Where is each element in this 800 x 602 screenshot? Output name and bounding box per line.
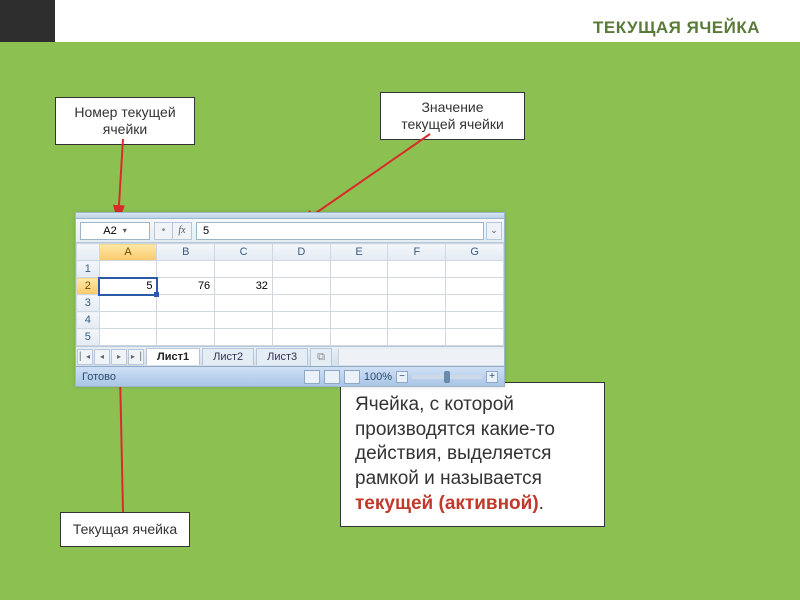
col-header-F[interactable]: F [388, 244, 446, 261]
cell-A3[interactable] [99, 295, 157, 312]
select-all-corner[interactable] [77, 244, 100, 261]
zoom-in-button[interactable]: + [486, 371, 498, 383]
horizontal-scrollbar[interactable] [338, 349, 504, 365]
name-box[interactable]: A2 ▾ [80, 222, 150, 240]
formula-bar: A2 ▾ • fx 5 ⌄ [76, 219, 504, 243]
cell-F5[interactable] [388, 329, 446, 346]
info-text-pre: Ячейка, с которой производятся какие-то … [355, 394, 555, 489]
cell-G1[interactable] [446, 261, 504, 278]
cell-D4[interactable] [272, 312, 330, 329]
fx-label: fx [178, 225, 185, 236]
col-header-G[interactable]: G [446, 244, 504, 261]
fx-cancel-button[interactable]: • [154, 222, 172, 240]
formula-input[interactable]: 5 [196, 222, 484, 240]
sheet-tab-new[interactable]: ⧉ [310, 348, 332, 366]
view-layout-button[interactable] [324, 370, 340, 384]
zoom-out-button[interactable]: − [396, 371, 408, 383]
status-bar: Готово 100% − + [76, 366, 504, 386]
col-header-E[interactable]: E [330, 244, 388, 261]
cell-C3[interactable] [215, 295, 273, 312]
cell-D3[interactable] [272, 295, 330, 312]
cell-A2[interactable]: 5 [99, 278, 157, 295]
cell-E3[interactable] [330, 295, 388, 312]
view-normal-button[interactable] [304, 370, 320, 384]
cell-D2[interactable] [272, 278, 330, 295]
tab-nav-last[interactable]: ▸▕ [128, 349, 144, 365]
cell-E1[interactable] [330, 261, 388, 278]
spreadsheet-grid: A B C D E F G 1 2 5 76 32 [76, 243, 504, 346]
arrow-to-namebox [118, 139, 123, 221]
row-header-4[interactable]: 4 [77, 312, 100, 329]
label-cell-value-text: Значениетекущей ячейки [401, 99, 504, 132]
tab-nav-first[interactable]: ▏◂ [77, 349, 93, 365]
status-right-group: 100% − + [304, 370, 498, 384]
excel-window: A2 ▾ • fx 5 ⌄ A B C D E F G [75, 212, 505, 387]
col-header-B[interactable]: B [157, 244, 215, 261]
cell-F4[interactable] [388, 312, 446, 329]
cell-B2[interactable]: 76 [157, 278, 215, 295]
row-header-1[interactable]: 1 [77, 261, 100, 278]
tab-nav-next[interactable]: ▸ [111, 349, 127, 365]
arrow-to-formula [300, 134, 430, 224]
cell-F3[interactable] [388, 295, 446, 312]
sheet-table: A B C D E F G 1 2 5 76 32 [76, 243, 504, 346]
label-current-cell: Текущая ячейка [60, 512, 190, 547]
cell-C4[interactable] [215, 312, 273, 329]
row-header-2[interactable]: 2 [77, 278, 100, 295]
tab-nav-prev[interactable]: ◂ [94, 349, 110, 365]
tab-nav-group: ▏◂ ◂ ▸ ▸▕ [76, 349, 144, 365]
zoom-value: 100% [364, 371, 392, 383]
cell-G2[interactable] [446, 278, 504, 295]
fx-button[interactable]: fx [172, 222, 192, 240]
cell-E5[interactable] [330, 329, 388, 346]
cell-G3[interactable] [446, 295, 504, 312]
sheet-tab-1[interactable]: Лист1 [146, 348, 200, 365]
cell-D5[interactable] [272, 329, 330, 346]
row-header-5[interactable]: 5 [77, 329, 100, 346]
zoom-slider[interactable] [412, 375, 482, 379]
sheet-tab-2[interactable]: Лист2 [202, 348, 254, 365]
slide-title: ТЕКУЩАЯ ЯЧЕЙКА [593, 18, 760, 38]
name-box-dropdown-icon: ▾ [123, 226, 127, 235]
cell-A5[interactable] [99, 329, 157, 346]
view-break-button[interactable] [344, 370, 360, 384]
status-text: Готово [82, 371, 116, 383]
info-box: Ячейка, с которой производятся какие-то … [340, 382, 605, 527]
cell-B4[interactable] [157, 312, 215, 329]
col-header-D[interactable]: D [272, 244, 330, 261]
col-header-C[interactable]: C [215, 244, 273, 261]
cell-E4[interactable] [330, 312, 388, 329]
sheet-tabs-bar: ▏◂ ◂ ▸ ▸▕ Лист1 Лист2 Лист3 ⧉ [76, 346, 504, 366]
cell-G5[interactable] [446, 329, 504, 346]
cell-C5[interactable] [215, 329, 273, 346]
label-current-cell-text: Текущая ячейка [73, 521, 177, 537]
sheet-tab-3[interactable]: Лист3 [256, 348, 308, 365]
cell-B1[interactable] [157, 261, 215, 278]
green-canvas: Номер текущейячейки Значениетекущей ячей… [0, 42, 800, 600]
cell-A1[interactable] [99, 261, 157, 278]
zoom-slider-thumb[interactable] [444, 371, 450, 383]
cell-E2[interactable] [330, 278, 388, 295]
cell-B3[interactable] [157, 295, 215, 312]
label-cell-number-text: Номер текущейячейки [74, 104, 175, 137]
cell-C1[interactable] [215, 261, 273, 278]
cell-B5[interactable] [157, 329, 215, 346]
formula-expand-button[interactable]: ⌄ [486, 222, 502, 240]
label-cell-value: Значениетекущей ячейки [380, 92, 525, 140]
info-text-post: . [539, 493, 544, 514]
cell-A4[interactable] [99, 312, 157, 329]
info-text-red: текущей (активной) [355, 493, 539, 514]
cell-C2[interactable]: 32 [215, 278, 273, 295]
corner-dark-strip [0, 0, 55, 42]
formula-value: 5 [203, 225, 209, 237]
col-header-A[interactable]: A [99, 244, 157, 261]
label-cell-number: Номер текущейячейки [55, 97, 195, 145]
cell-D1[interactable] [272, 261, 330, 278]
name-box-value: A2 [103, 225, 116, 237]
cell-F1[interactable] [388, 261, 446, 278]
row-header-3[interactable]: 3 [77, 295, 100, 312]
cell-F2[interactable] [388, 278, 446, 295]
cell-G4[interactable] [446, 312, 504, 329]
